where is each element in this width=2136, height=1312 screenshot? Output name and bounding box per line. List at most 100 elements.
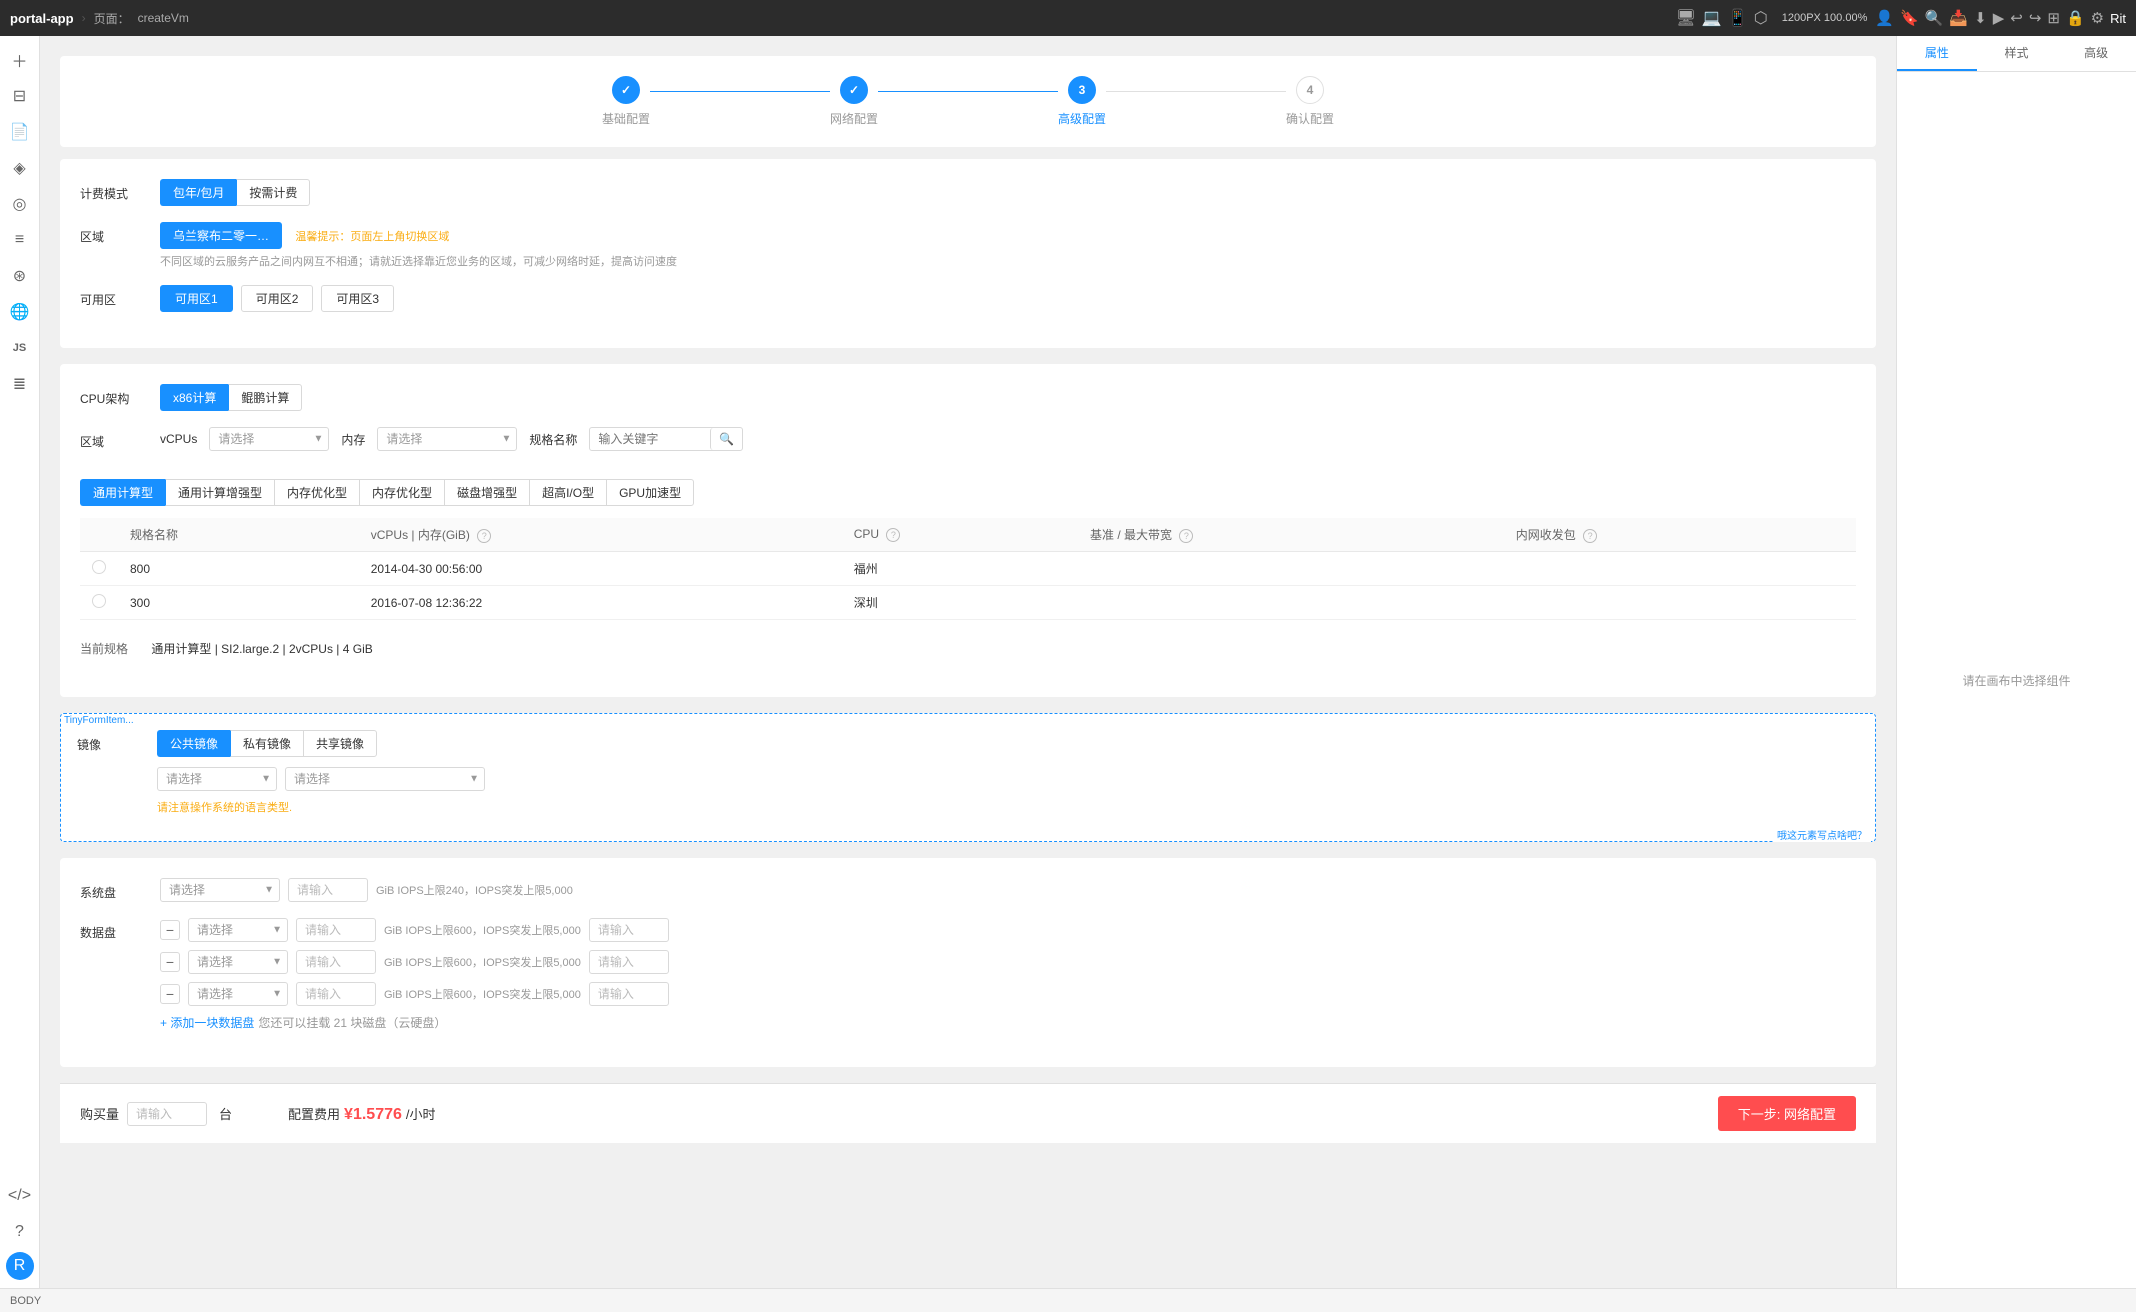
sidebar-layers-icon[interactable]: ⊟	[4, 80, 36, 112]
billing-monthly-btn[interactable]: 包年/包月	[160, 179, 236, 206]
play-icon[interactable]: ▶	[1993, 9, 2005, 27]
purchase-qty-input[interactable]	[127, 1102, 207, 1126]
vcpus-select[interactable]: 请选择	[209, 427, 329, 451]
spec-name-input[interactable]	[590, 428, 710, 450]
spec-row-1-radio-cell	[80, 552, 118, 586]
image-tab-public[interactable]: 公共镜像	[157, 730, 230, 757]
cpu-x86-btn[interactable]: x86计算	[160, 384, 228, 411]
sidebar-plugin-icon[interactable]: ⊛	[4, 260, 36, 292]
connector-1	[650, 91, 830, 92]
spec-type-gpu[interactable]: GPU加速型	[606, 479, 694, 506]
spec-type-io[interactable]: 超高I/O型	[529, 479, 606, 506]
sidebar-code-icon[interactable]: </>	[4, 1180, 36, 1212]
monitor-icon[interactable]: 🖥	[1676, 8, 1696, 28]
spec-row-1-radio[interactable]	[92, 560, 106, 574]
next-btn[interactable]: 下一步: 网络配置	[1718, 1096, 1856, 1131]
search-icon[interactable]: 🔍	[1925, 9, 1944, 27]
undo-icon[interactable]: ↩	[2010, 9, 2023, 27]
sidebar-assets-icon[interactable]: ◎	[4, 188, 36, 220]
vcpus-help-icon[interactable]: ?	[477, 529, 491, 543]
sidebar-add-icon[interactable]: ＋	[4, 44, 36, 76]
data-disk-label: 数据盘	[80, 918, 160, 941]
sidebar-help-icon[interactable]: ?	[4, 1216, 36, 1248]
cpu-help-icon[interactable]: ?	[886, 528, 900, 542]
right-panel-tab-properties[interactable]: 属性	[1897, 36, 1977, 71]
data-disk-type2-select[interactable]: 请选择	[188, 950, 288, 974]
data-disk-type3-wrapper: 请选择 ▼	[188, 982, 288, 1006]
bandwidth-help-icon[interactable]: ?	[1179, 529, 1193, 543]
sidebar-data-icon[interactable]: ≡	[4, 224, 36, 256]
data-disk-remove-2[interactable]: −	[160, 952, 180, 972]
image-label: 镜像	[77, 730, 157, 753]
data-disk-type3-select[interactable]: 请选择	[188, 982, 288, 1006]
step-4-circle: 4	[1296, 76, 1324, 104]
az-tag-1[interactable]: 可用区1	[160, 285, 233, 312]
system-disk-inputs: 请选择 ▼ GiB IOPS上限240，IOPS突发上限5,000	[160, 878, 1856, 902]
az-row: 可用区 可用区1 可用区2 可用区3	[80, 285, 1856, 312]
sidebar-list-icon[interactable]: ≣	[4, 368, 36, 400]
cpu-row: CPU架构 x86计算 鲲鹏计算	[80, 384, 1856, 411]
image-tab-shared[interactable]: 共享镜像	[303, 730, 377, 757]
spec-type-general-enhanced[interactable]: 通用计算增强型	[165, 479, 274, 506]
right-panel-tab-styles[interactable]: 样式	[1977, 36, 2057, 71]
bookmark-icon[interactable]: 🔖	[1900, 9, 1919, 27]
billing-demand-btn[interactable]: 按需计费	[236, 179, 310, 206]
right-panel-empty-text: 请在画布中选择组件	[1962, 672, 2070, 689]
spec-row-1[interactable]: 800 2014-04-30 00:56:00 福州	[80, 552, 1856, 586]
user-icon[interactable]: 👤	[1875, 9, 1894, 27]
spec-name-search-btn[interactable]: 🔍	[710, 428, 742, 450]
spec-name-search: 🔍	[589, 427, 743, 451]
sidebar-globe-icon[interactable]: 🌐	[4, 296, 36, 328]
az-tag-2[interactable]: 可用区2	[241, 285, 314, 312]
phone-icon[interactable]: 📱	[1728, 8, 1748, 28]
spec-type-memory2[interactable]: 内存优化型	[359, 479, 444, 506]
data-disk-remove-1[interactable]: −	[160, 920, 180, 940]
sidebar-user-avatar[interactable]: R	[6, 1252, 34, 1280]
system-disk-type-select[interactable]: 请选择	[160, 878, 280, 902]
settings-icon[interactable]: ⚙	[2091, 9, 2104, 27]
system-disk-size-input[interactable]	[288, 878, 368, 902]
sidebar-pages-icon[interactable]: 📄	[4, 116, 36, 148]
spec-row-2[interactable]: 300 2016-07-08 12:36:22 深圳	[80, 586, 1856, 620]
sidebar-js-icon[interactable]: JS	[4, 332, 36, 364]
image-tab-private[interactable]: 私有镜像	[230, 730, 303, 757]
tablet-icon[interactable]: 💻	[1702, 8, 1722, 28]
lock-icon[interactable]: 🔒	[2066, 9, 2085, 27]
image-hint[interactable]: 哦这元素写点啥吧？	[1773, 827, 1871, 842]
image-card: TinyFormItem... 镜像 公共镜像 私有镜像 共享镜像	[60, 713, 1876, 842]
data-disk-size3-input[interactable]	[296, 982, 376, 1006]
image-select2[interactable]: 请选择	[285, 767, 485, 791]
data-disk-type1-select[interactable]: 请选择	[188, 918, 288, 942]
image-select1[interactable]: 请选择	[157, 767, 277, 791]
right-panel-tab-advanced[interactable]: 高级	[2056, 36, 2136, 71]
code-icon[interactable]: ⬡	[1754, 8, 1768, 28]
data-disk-extra3-input[interactable]	[589, 982, 669, 1006]
region-selected-btn[interactable]: 乌兰察布二零一…	[160, 222, 282, 249]
network-help-icon[interactable]: ?	[1583, 529, 1597, 543]
price-display: 配置费用 ¥1.5776 /小时	[288, 1104, 435, 1124]
data-disk-size2-input[interactable]	[296, 950, 376, 974]
data-disk-size1-input[interactable]	[296, 918, 376, 942]
data-disk-extra1-input[interactable]	[589, 918, 669, 942]
grid-icon[interactable]: ⊞	[2047, 9, 2060, 27]
spec-row-2-radio[interactable]	[92, 594, 106, 608]
spec-table-body: 800 2014-04-30 00:56:00 福州 300 2016-07-0…	[80, 552, 1856, 620]
download-icon[interactable]: ⬇	[1974, 9, 1987, 27]
cpu-kunpeng-btn[interactable]: 鲲鹏计算	[228, 384, 302, 411]
top-bar-left: portal-app › 页面： createVm	[10, 10, 1668, 27]
add-disk-btn[interactable]: + 添加一块数据盘 您还可以挂载 21 块磁盘（云硬盘）	[160, 1014, 1856, 1031]
memory-select[interactable]: 请选择	[377, 427, 517, 451]
sidebar-components-icon[interactable]: ◈	[4, 152, 36, 184]
spec-type-general[interactable]: 通用计算型	[80, 479, 165, 506]
data-disk-remove-3[interactable]: −	[160, 984, 180, 1004]
basic-config-card: 计费模式 包年/包月 按需计费 区域 乌兰察布二零一… 温馨提示：页面左上角切换…	[60, 159, 1876, 348]
az-tag-3[interactable]: 可用区3	[321, 285, 394, 312]
spec-type-disk[interactable]: 磁盘增强型	[444, 479, 529, 506]
inbox-icon[interactable]: 📥	[1949, 9, 1968, 27]
data-disk-extra2-input[interactable]	[589, 950, 669, 974]
billing-row: 计费模式 包年/包月 按需计费	[80, 179, 1856, 206]
bottom-bar: 购买量 台 配置费用 ¥1.5776 /小时 下一步: 网络配置	[60, 1083, 1876, 1143]
th-network: 内网收发包 ?	[1504, 518, 1856, 552]
redo-icon[interactable]: ↪	[2029, 9, 2042, 27]
spec-type-memory1[interactable]: 内存优化型	[274, 479, 359, 506]
